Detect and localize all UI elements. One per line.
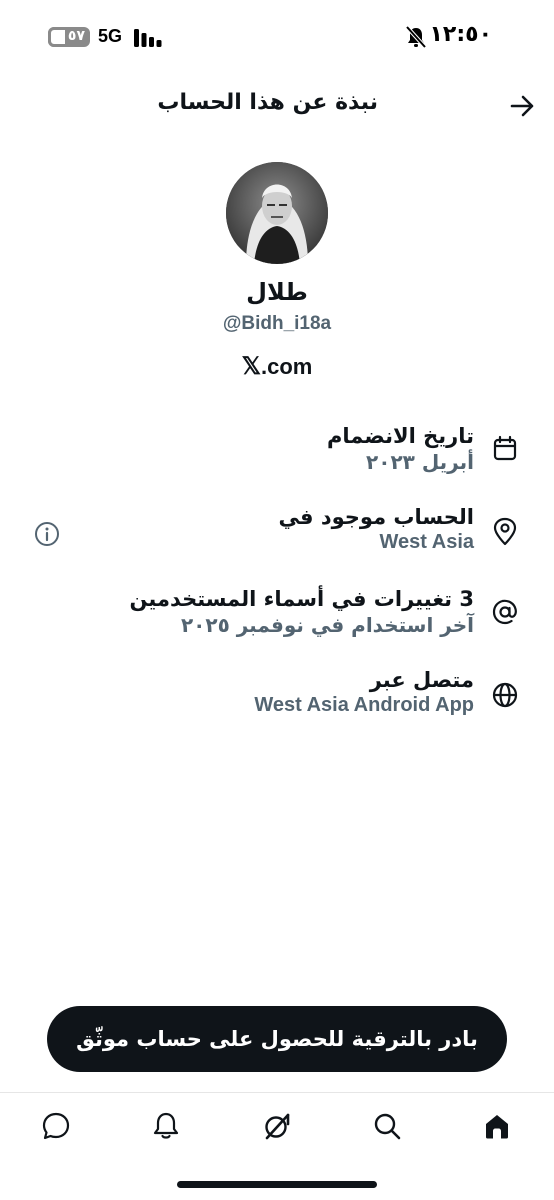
- calendar-icon: [493, 435, 517, 461]
- info-text: الحساب موجود في West Asia: [279, 505, 474, 554]
- website-domain: .com: [260, 354, 313, 379]
- username-handle: @Bidh_i18a: [222, 313, 332, 334]
- bell-muted-icon: [406, 26, 426, 48]
- website-link[interactable]: 𝕏.com: [0, 352, 554, 381]
- notifications-bell-icon[interactable]: [151, 1111, 181, 1141]
- messages-icon[interactable]: [41, 1111, 71, 1141]
- info-row-username-changes: 3 تغييرات في أسماء المستخدمين آخر استخدا…: [0, 587, 554, 657]
- upgrade-verified-button[interactable]: بادر بالترقية للحصول على حساب موثّق: [47, 1006, 507, 1072]
- info-row-connected-via: متصل عبر West Asia Android App: [0, 668, 554, 738]
- info-title: الحساب موجود في: [278, 505, 474, 529]
- info-row-joined: تاريخ الانضمام أبريل ٢٠٢٣: [0, 424, 554, 494]
- home-indicator: [177, 1181, 377, 1188]
- info-title: تاريخ الانضمام: [327, 424, 474, 448]
- status-time: ١٢:٥٠: [429, 22, 492, 47]
- info-row-location: الحساب موجود في West Asia: [0, 505, 554, 575]
- signal-bars-icon: [134, 29, 162, 47]
- search-icon[interactable]: [372, 1111, 402, 1141]
- avatar-photo: [226, 162, 328, 264]
- info-subtitle: West Asia Android App: [254, 694, 474, 716]
- info-circle-icon[interactable]: [34, 521, 60, 547]
- battery-level: ٥٧: [67, 28, 85, 44]
- page-title: نبذة عن هذا الحساب: [157, 90, 378, 115]
- display-name: طلال: [246, 278, 308, 306]
- avatar: [226, 162, 328, 264]
- info-title: 3 تغييرات في أسماء المستخدمين: [129, 587, 474, 611]
- home-icon[interactable]: [482, 1111, 512, 1141]
- status-bar: ٥٧ 5G ١٢:٥٠: [0, 0, 554, 76]
- location-pin-icon: [493, 517, 517, 546]
- grok-icon[interactable]: [262, 1111, 292, 1141]
- globe-icon: [492, 682, 518, 708]
- battery-fill: [48, 27, 68, 47]
- info-title: متصل عبر: [369, 668, 474, 692]
- info-text: متصل عبر West Asia Android App: [254, 668, 474, 717]
- info-text: 3 تغييرات في أسماء المستخدمين آخر استخدا…: [129, 587, 474, 637]
- x-logo: 𝕏: [241, 353, 261, 380]
- info-text: تاريخ الانضمام أبريل ٢٠٢٣: [327, 424, 474, 474]
- page-header: نبذة عن هذا الحساب: [0, 76, 554, 134]
- network-type: 5G: [98, 26, 123, 46]
- info-subtitle: آخر استخدام في نوفمبر ٢٠٢٥: [180, 613, 474, 637]
- battery-indicator: ٥٧: [48, 27, 90, 47]
- info-subtitle: أبريل ٢٠٢٣: [366, 450, 474, 474]
- at-sign-icon: [492, 599, 517, 625]
- back-arrow-icon[interactable]: [506, 90, 538, 122]
- info-subtitle: West Asia: [379, 531, 474, 553]
